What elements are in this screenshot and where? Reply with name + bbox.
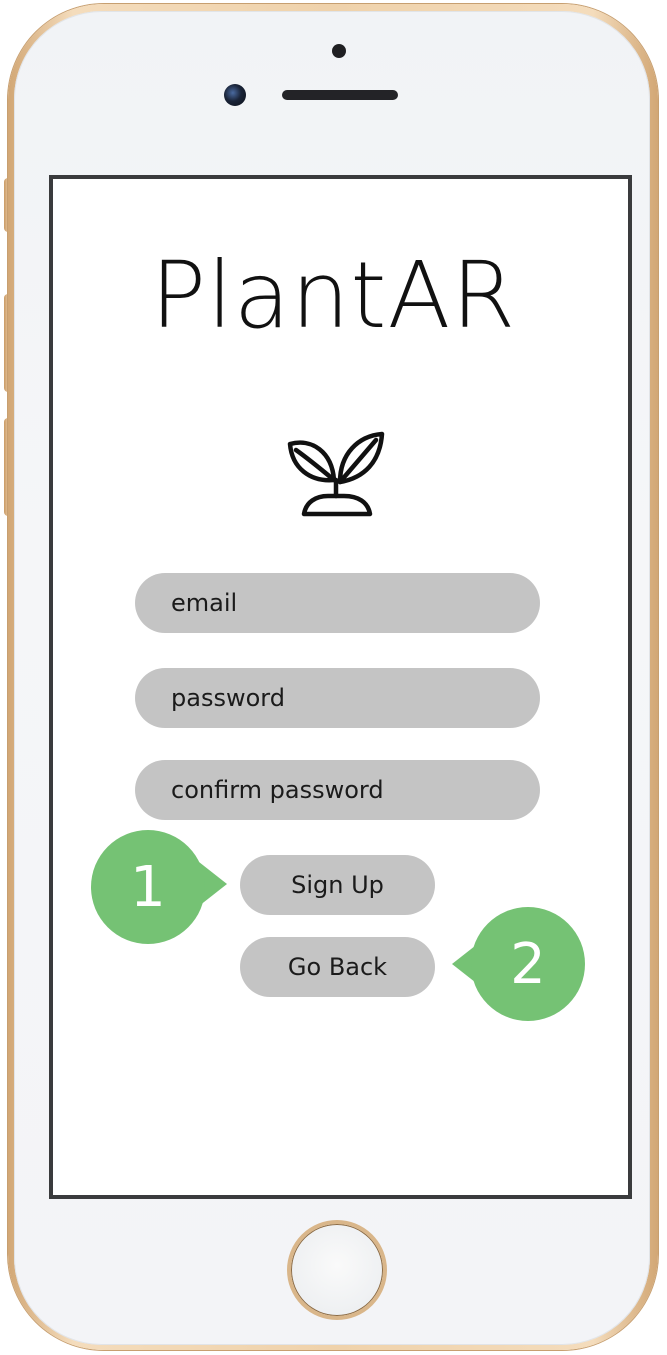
sign-up-button[interactable]: Sign Up — [240, 855, 435, 915]
mockup-canvas: PlantAR email password confirm password … — [0, 0, 667, 1355]
go-back-button[interactable]: Go Back — [240, 937, 435, 997]
password-field[interactable]: password — [135, 668, 540, 728]
home-button[interactable] — [287, 1220, 387, 1320]
app-title: PlantAR — [150, 242, 517, 349]
confirm-password-field[interactable]: confirm password — [135, 760, 540, 820]
sprout-icon — [287, 431, 385, 517]
callout-2-badge: 2 — [471, 907, 585, 1021]
callout-1-badge: 1 — [91, 830, 205, 944]
front-camera-icon — [224, 84, 246, 106]
proximity-sensor — [332, 44, 346, 58]
earpiece-speaker — [282, 90, 398, 100]
email-field[interactable]: email — [135, 573, 540, 633]
